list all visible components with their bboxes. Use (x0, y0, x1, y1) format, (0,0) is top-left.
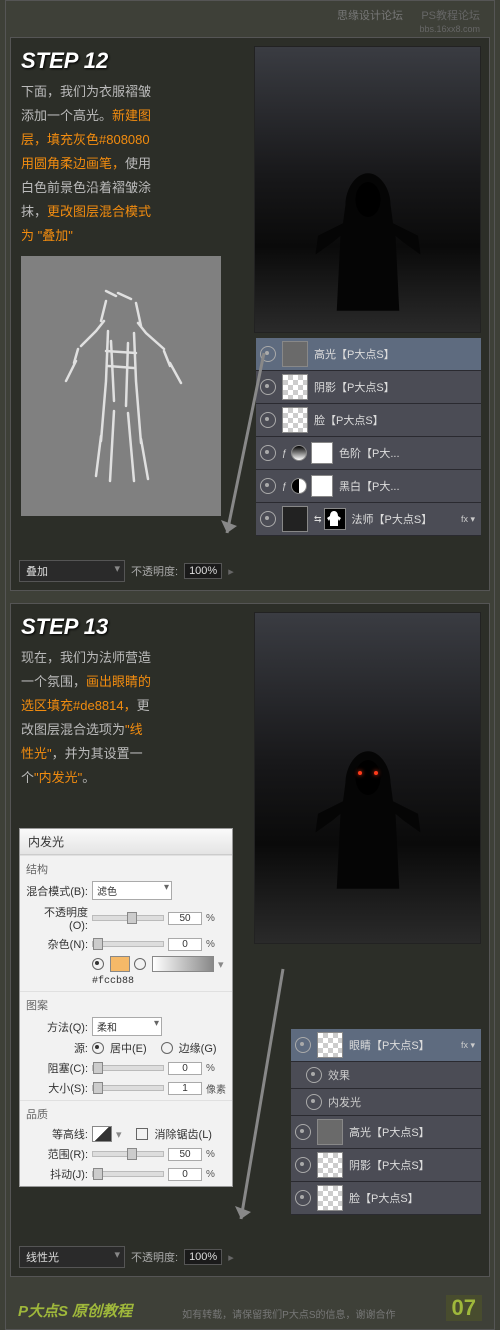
color-hex: #fccb88 (92, 976, 134, 987)
step12-description: 下面，我们为衣服褶皱 添加一个高光。新建图 层，填充灰色#808080 用圆角柔… (17, 80, 225, 248)
gradient-radio[interactable] (134, 958, 146, 970)
layer-face[interactable]: 脸【P大点S】 (256, 404, 481, 437)
step12-blend-controls: 叠加 不透明度: 100% ▸ (15, 560, 238, 582)
header-watermark: 思缘设计论坛 PS教程论坛 bbs.16xx8.com (10, 5, 490, 37)
source-center-radio[interactable] (92, 1042, 104, 1054)
fx-panel-title: 内发光 (20, 829, 232, 855)
fx-noise-value[interactable]: 0 (168, 938, 202, 951)
step13-panel: STEP 13 现在，我们为法师营造 一个氛围，画出眼睛的 选区填充#de881… (10, 603, 490, 1277)
layer-levels[interactable]: ƒ 色阶【P大... (256, 437, 481, 470)
fx-range-value[interactable]: 50 (168, 1148, 202, 1161)
layer-wizard[interactable]: ⇆ 法师【P大点S】 fx ▾ (256, 503, 481, 536)
fx-size-value[interactable]: 1 (168, 1082, 202, 1095)
visibility-icon[interactable] (306, 1094, 322, 1110)
fx-size-slider[interactable] (92, 1085, 164, 1091)
layer-highlight[interactable]: 高光【P大点S】 (256, 338, 481, 371)
layer-highlight-13[interactable]: 高光【P大点S】 (291, 1116, 481, 1149)
fx-opacity-slider[interactable] (92, 915, 164, 921)
fx-noise-slider[interactable] (92, 941, 164, 947)
gradient-picker[interactable] (152, 956, 214, 972)
levels-adj-icon (291, 445, 307, 461)
antialias-checkbox[interactable] (136, 1128, 148, 1140)
footer-note: 如有转载，请保留我们P大点S的信息，谢谢合作 (182, 1306, 395, 1321)
page-footer: P大点S 原创教程 如有转载，请保留我们P大点S的信息，谢谢合作 07 (10, 1289, 490, 1325)
step13-blend-controls: 线性光 不透明度: 100% ▸ (15, 1246, 238, 1268)
visibility-icon[interactable] (295, 1124, 311, 1140)
bw-adj-icon (291, 478, 307, 494)
step12-panel: STEP 12 下面，我们为衣服褶皱 添加一个高光。新建图 层，填充灰色#808… (10, 37, 490, 591)
step13-preview-image (254, 612, 481, 944)
glowing-eyes (358, 771, 378, 775)
fx-icon[interactable]: fx ▾ (461, 1040, 475, 1051)
visibility-icon[interactable] (260, 379, 276, 395)
visibility-icon[interactable] (260, 511, 276, 527)
footer-brand: P大点S 原创教程 (18, 1300, 132, 1321)
fx-icon[interactable]: fx ▾ (461, 514, 475, 525)
fx-method[interactable]: 柔和 (92, 1017, 162, 1036)
layer-bw[interactable]: ƒ 黑白【P大... (256, 470, 481, 503)
layer-shadow[interactable]: 阴影【P大点S】 (256, 371, 481, 404)
layer-fx-innerglow[interactable]: 内发光 (291, 1089, 481, 1116)
layer-shadow-13[interactable]: 阴影【P大点S】 (291, 1149, 481, 1182)
step13-layers-panel: 眼睛【P大点S】 fx ▾ 效果 内发光 高光【P大点S】 阴影【P大点S】 (291, 1029, 481, 1215)
fx-range-slider[interactable] (92, 1151, 164, 1157)
visibility-icon[interactable] (260, 412, 276, 428)
visibility-icon[interactable] (260, 478, 276, 494)
step13-description: 现在，我们为法师营造 一个氛围，画出眼睛的 选区填充#de8814，更 改图层混… (17, 646, 225, 790)
inner-glow-panel: 内发光 结构 混合模式(B): 滤色 不透明度(O): 50 % 杂色(N): … (19, 828, 233, 1187)
opacity-input[interactable]: 100% (184, 563, 222, 579)
page-number: 07 (446, 1295, 482, 1321)
layer-eyes[interactable]: 眼睛【P大点S】 fx ▾ (291, 1029, 481, 1062)
blend-mode-select[interactable]: 线性光 (19, 1246, 125, 1268)
layer-fx-effects[interactable]: 效果 (291, 1062, 481, 1089)
visibility-icon[interactable] (260, 445, 276, 461)
fx-choke-slider[interactable] (92, 1065, 164, 1071)
fx-jitter-slider[interactable] (92, 1171, 164, 1177)
visibility-icon[interactable] (260, 346, 276, 362)
fx-choke-value[interactable]: 0 (168, 1062, 202, 1075)
step12-preview-image (254, 46, 481, 333)
visibility-icon[interactable] (295, 1190, 311, 1206)
color-swatch[interactable] (110, 956, 130, 972)
visibility-icon[interactable] (295, 1157, 311, 1173)
color-radio[interactable] (92, 958, 104, 970)
fx-opacity-value[interactable]: 50 (168, 912, 202, 925)
layer-face-13[interactable]: 脸【P大点S】 (291, 1182, 481, 1215)
visibility-icon[interactable] (295, 1037, 311, 1053)
visibility-icon[interactable] (306, 1067, 322, 1083)
source-edge-radio[interactable] (161, 1042, 173, 1054)
fx-blend-mode[interactable]: 滤色 (92, 881, 172, 900)
step12-sketch (21, 256, 221, 516)
opacity-input[interactable]: 100% (184, 1249, 222, 1265)
blend-mode-select[interactable]: 叠加 (19, 560, 125, 582)
arrow-icon (233, 964, 288, 1234)
contour-picker[interactable] (92, 1126, 112, 1142)
step12-layers-panel: 高光【P大点S】 阴影【P大点S】 脸【P大点S】 ƒ 色阶【P大... (256, 338, 481, 536)
fx-jitter-value[interactable]: 0 (168, 1168, 202, 1181)
